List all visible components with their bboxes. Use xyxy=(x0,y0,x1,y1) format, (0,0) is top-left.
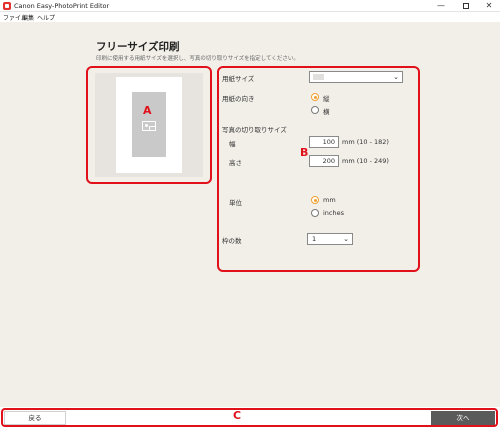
callout-label-b: B xyxy=(300,146,309,159)
unit-inches-radio[interactable] xyxy=(311,209,319,217)
maximize-button[interactable] xyxy=(455,0,477,12)
orientation-portrait-radio[interactable] xyxy=(311,93,319,101)
page-description: 印刷に使用する用紙サイズを選択し、写真の切り取りサイズを指定してください。 xyxy=(96,56,299,62)
close-button[interactable]: ✕ xyxy=(478,0,500,12)
height-range: mm (10 - 249) xyxy=(342,157,389,165)
callout-frame-c xyxy=(1,408,498,427)
orientation-landscape-label[interactable]: 横 xyxy=(323,106,330,116)
callout-label-a: A xyxy=(143,104,152,117)
chevron-down-icon: ⌄ xyxy=(393,73,399,81)
window-title: Canon Easy-PhotoPrint Editor xyxy=(14,2,110,10)
menu-help[interactable]: ヘルプ xyxy=(37,13,55,22)
height-input[interactable]: 200 xyxy=(309,155,339,167)
width-range: mm (10 - 182) xyxy=(342,138,389,146)
orientation-landscape-radio[interactable] xyxy=(311,106,319,114)
chevron-down-icon: ⌄ xyxy=(343,235,349,243)
orientation-label: 用紙の向き xyxy=(222,95,255,103)
unit-label: 単位 xyxy=(229,199,242,207)
width-label: 幅 xyxy=(229,140,236,148)
unit-mm-label[interactable]: mm xyxy=(323,196,336,204)
app-icon xyxy=(3,2,11,10)
paper-size-label: 用紙サイズ xyxy=(222,75,255,83)
frames-count-select[interactable]: 1 ⌄ xyxy=(307,233,353,245)
minimize-button[interactable]: — xyxy=(430,0,452,12)
paper-size-select[interactable]: ⌄ xyxy=(309,71,403,83)
height-label: 高さ xyxy=(229,159,242,167)
crop-size-label: 写真の切り取りサイズ xyxy=(222,126,287,134)
orientation-portrait-label[interactable]: 縦 xyxy=(323,93,330,103)
title-bar: Canon Easy-PhotoPrint Editor — ✕ xyxy=(0,0,500,12)
unit-inches-label[interactable]: inches xyxy=(323,209,344,217)
callout-label-c: C xyxy=(233,409,242,422)
frames-count-value: 1 xyxy=(312,235,317,243)
width-input[interactable]: 100 xyxy=(309,136,339,148)
frames-count-label: 枠の数 xyxy=(222,237,242,245)
menu-edit[interactable]: 編集 xyxy=(22,13,34,22)
menu-bar: ファイル 編集 ヘルプ xyxy=(0,12,500,22)
page-title: フリーサイズ印刷 xyxy=(96,41,180,53)
unit-mm-radio[interactable] xyxy=(311,196,319,204)
maximize-icon xyxy=(463,2,469,9)
callout-frame-a xyxy=(86,66,212,184)
paper-size-swatch xyxy=(313,74,324,80)
